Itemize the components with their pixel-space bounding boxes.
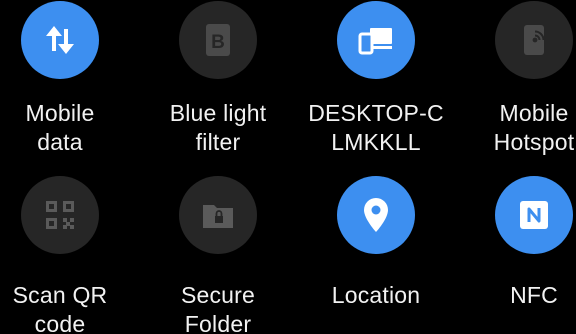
tile-nfc[interactable]: NFC: [454, 167, 576, 334]
mobile-data-toggle[interactable]: [21, 1, 99, 79]
mobile-hotspot-toggle[interactable]: [495, 1, 573, 79]
tile-device-connection[interactable]: DESKTOP-C LMKKLL: [296, 0, 456, 167]
quick-settings-panel: Mobile data B Blue light filter DESKTOP-…: [0, 0, 576, 334]
tile-label: Location: [331, 282, 421, 308]
tile-mobile-data[interactable]: Mobile data: [0, 0, 140, 167]
blue-light-filter-icon: B: [203, 22, 233, 58]
location-pin-icon: [361, 196, 391, 234]
tile-scan-qr-code[interactable]: Scan QR code: [0, 167, 140, 334]
location-toggle[interactable]: [337, 176, 415, 254]
scan-qr-code-toggle[interactable]: [21, 176, 99, 254]
tile-location[interactable]: Location: [296, 167, 456, 334]
tile-label: Blue light filter: [169, 100, 267, 155]
tile-secure-folder[interactable]: Secure Folder: [138, 167, 298, 334]
svg-text:B: B: [211, 32, 225, 53]
nfc-icon: [517, 198, 551, 232]
tile-label: Mobile Hotspot: [493, 100, 575, 155]
hotspot-icon: [518, 22, 550, 58]
tile-label: DESKTOP-C LMKKLL: [308, 100, 444, 155]
secure-folder-toggle[interactable]: [179, 176, 257, 254]
secure-folder-icon: [200, 199, 236, 231]
tile-label: Secure Folder: [180, 282, 256, 334]
tile-label: Scan QR code: [12, 282, 108, 334]
device-connection-toggle[interactable]: [337, 1, 415, 79]
mobile-data-arrows-icon: [42, 22, 78, 58]
qr-code-icon: [44, 199, 76, 231]
nfc-toggle[interactable]: [495, 176, 573, 254]
device-connection-icon: [356, 22, 396, 58]
blue-light-filter-toggle[interactable]: B: [179, 1, 257, 79]
tile-label: Mobile data: [25, 100, 95, 155]
tile-mobile-hotspot[interactable]: Mobile Hotspot: [454, 0, 576, 167]
tile-label: NFC: [510, 282, 558, 308]
tile-blue-light-filter[interactable]: B Blue light filter: [138, 0, 298, 167]
